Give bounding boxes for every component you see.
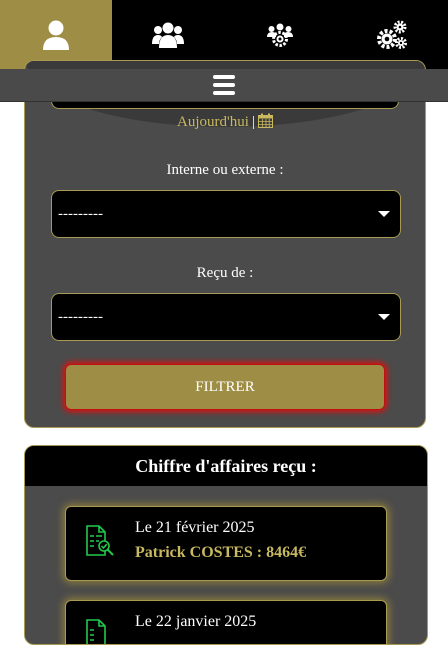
users-cog-icon	[267, 23, 293, 47]
calendar-icon[interactable]	[257, 113, 273, 128]
revenue-title: Chiffre d'affaires reçu :	[25, 446, 427, 486]
chevron-down-icon	[378, 314, 390, 320]
received-from-select[interactable]: ---------	[51, 293, 401, 341]
chevron-down-icon	[378, 211, 390, 217]
separator: |	[251, 114, 255, 130]
top-nav	[0, 0, 448, 69]
invoice-check-icon	[86, 619, 106, 644]
today-link[interactable]: Aujourd'hui	[177, 114, 249, 130]
tab-team-settings[interactable]	[224, 0, 336, 69]
internal-external-select[interactable]: ---------	[51, 190, 401, 238]
tab-settings[interactable]	[336, 0, 448, 69]
received-from-label: Reçu de :	[196, 265, 254, 281]
received-from-value: ---------	[58, 308, 103, 325]
revenue-card: Chiffre d'affaires reçu : Le 21 février …	[24, 445, 428, 645]
entry-date: Le 22 janvier 2025	[135, 613, 257, 630]
invoice-check-icon	[86, 525, 114, 556]
filter-button[interactable]: FILTRER	[65, 364, 385, 410]
revenue-entry[interactable]: Le 22 janvier 2025	[65, 600, 387, 644]
tab-users[interactable]	[112, 0, 224, 69]
entry-date: Le 21 février 2025	[135, 519, 255, 536]
cogs-icon	[377, 20, 407, 49]
entry-amount: Patrick COSTES : 8464€	[135, 544, 307, 561]
today-row: Aujourd'hui |	[25, 113, 425, 131]
internal-external-label: Interne ou externe :	[166, 162, 284, 178]
tab-profile[interactable]	[0, 0, 112, 69]
users-icon	[152, 22, 184, 48]
menu-bar	[0, 69, 448, 102]
internal-external-value: ---------	[58, 205, 103, 222]
revenue-entry[interactable]: Le 21 février 2025 Patrick COSTES : 8464…	[65, 506, 387, 581]
user-icon	[43, 20, 69, 50]
hamburger-menu-icon[interactable]	[213, 75, 235, 95]
filter-card: Aujourd'hui | Interne ou externe : ------…	[24, 60, 426, 428]
